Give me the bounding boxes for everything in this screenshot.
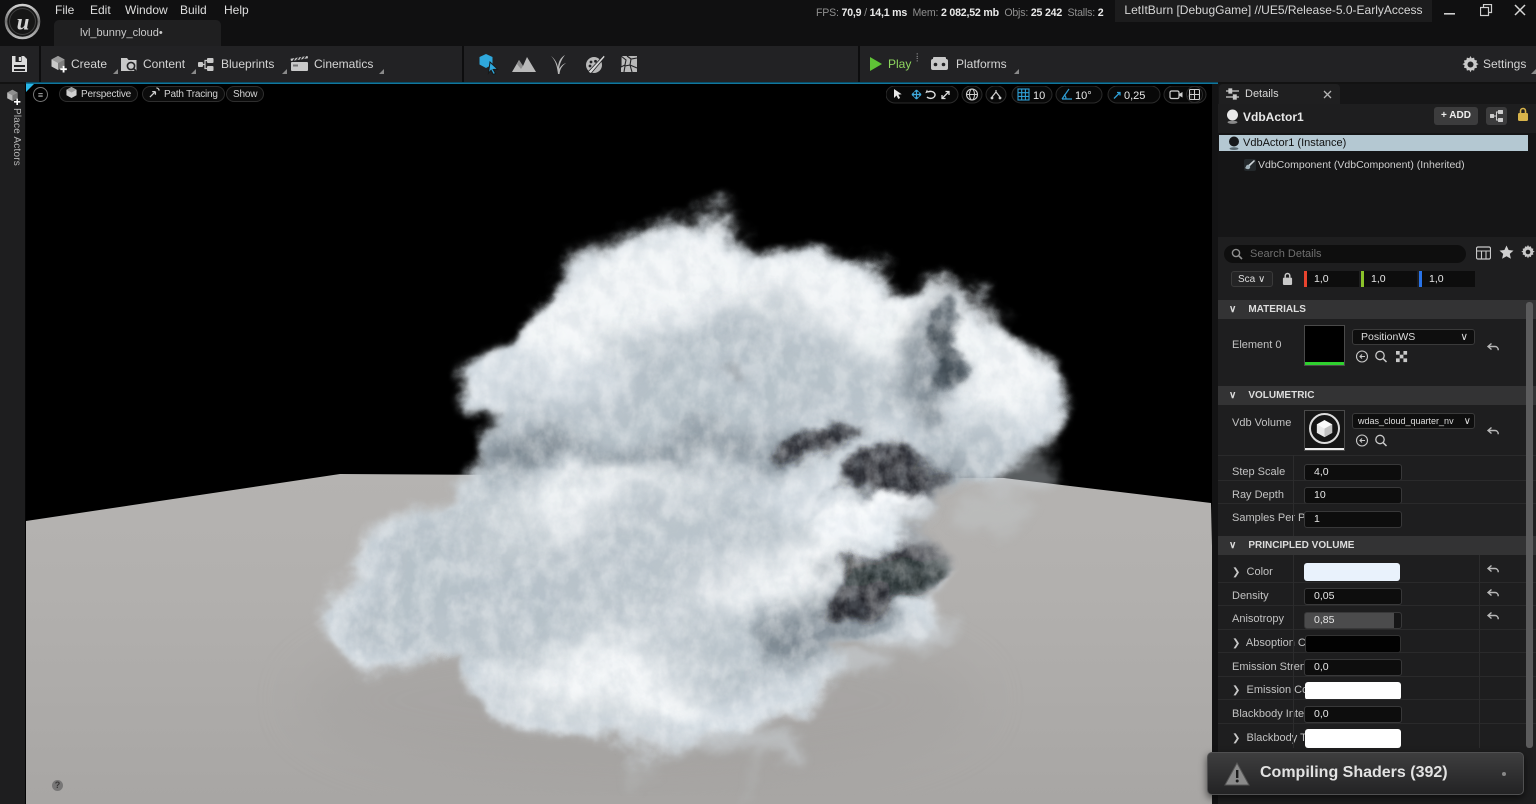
svg-text:0,25: 0,25 (1124, 90, 1145, 102)
svg-text:10°: 10° (1075, 90, 1092, 102)
svg-text:u: u (17, 10, 30, 35)
svg-text:10: 10 (1033, 90, 1045, 102)
